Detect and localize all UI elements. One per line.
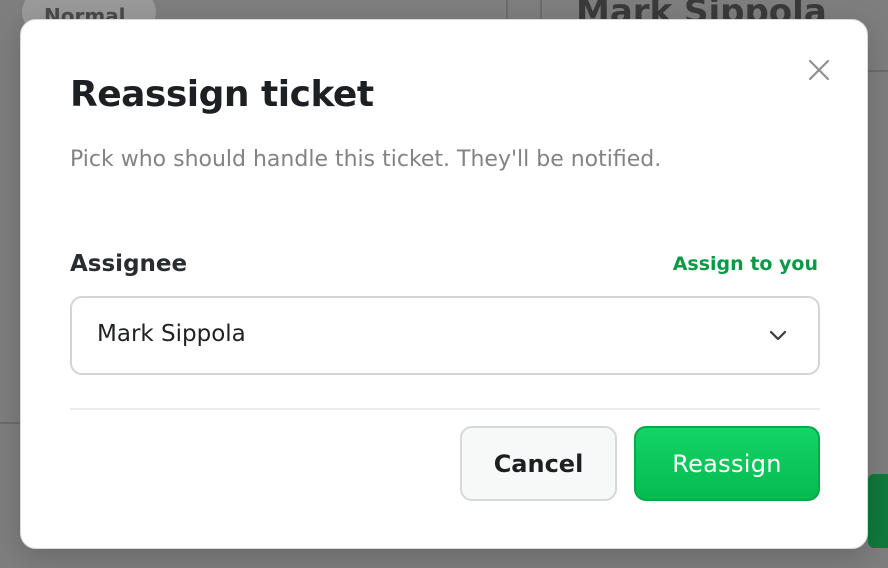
assignee-select[interactable]: Mark Sippola <box>70 296 820 375</box>
reassign-button[interactable]: Reassign <box>634 426 820 501</box>
dialog-description: Pick who should handle this ticket. They… <box>70 147 662 172</box>
background-divider <box>540 0 542 20</box>
background-divider <box>868 70 888 72</box>
close-button[interactable] <box>807 58 831 82</box>
background-button <box>868 474 888 548</box>
chevron-down-icon <box>769 330 787 341</box>
close-icon <box>808 59 830 81</box>
assign-to-you-link[interactable]: Assign to you <box>673 253 818 275</box>
assignee-label: Assignee <box>70 251 188 277</box>
reassign-dialog: Reassign ticket Pick who should handle t… <box>20 19 868 549</box>
cancel-button[interactable]: Cancel <box>460 426 617 501</box>
assignee-selected-value: Mark Sippola <box>97 321 246 347</box>
background-divider <box>506 0 508 20</box>
dialog-title: Reassign ticket <box>70 74 374 115</box>
background-divider <box>0 422 20 424</box>
footer-divider <box>70 408 820 410</box>
